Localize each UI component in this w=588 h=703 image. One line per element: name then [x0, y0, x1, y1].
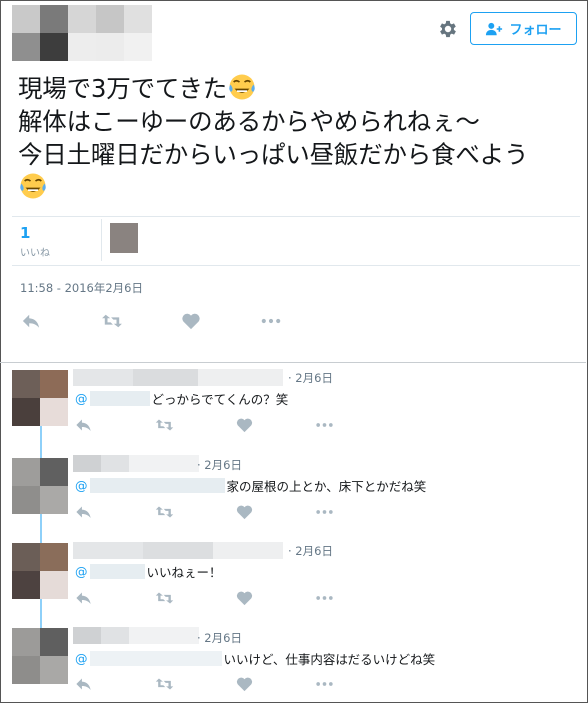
more-icon[interactable]	[315, 504, 334, 520]
tweet-line-2: 解体はこーゆーのあるからやめられねぇ〜	[18, 107, 480, 136]
reply-icon[interactable]	[74, 590, 93, 606]
heart-icon[interactable]	[235, 676, 254, 692]
reply-text: @ 家の屋根の上とか、床下とかだね笑	[75, 476, 426, 495]
heart-icon[interactable]	[180, 312, 202, 330]
reply-date[interactable]: · 2月6日	[288, 543, 333, 559]
author-name-blurred[interactable]	[73, 455, 199, 472]
reply-body: 家の屋根の上とか、床下とかだね笑	[226, 479, 427, 494]
avatar[interactable]	[12, 543, 68, 599]
mention-at[interactable]: @	[75, 651, 88, 666]
retweet-icon[interactable]	[101, 312, 123, 330]
reply-date[interactable]: · 2月6日	[197, 630, 242, 646]
reply-text: @ いいねぇー！	[75, 562, 222, 581]
author-avatar-pixelated[interactable]	[12, 5, 152, 61]
reply-body: いいねぇー！	[146, 565, 222, 580]
more-icon[interactable]	[315, 590, 334, 606]
mention-at[interactable]: @	[75, 478, 88, 493]
reply-date[interactable]: · 2月6日	[197, 457, 242, 473]
face-with-tears-of-joy-emoji	[20, 173, 46, 199]
heart-icon[interactable]	[235, 590, 254, 606]
reply-text: @ いいけど、仕事内容はだるいけどね笑	[75, 649, 435, 668]
avatar[interactable]	[12, 458, 68, 514]
divider	[101, 219, 102, 261]
more-icon[interactable]	[315, 676, 334, 692]
retweet-icon[interactable]	[155, 417, 174, 433]
reply-icon[interactable]	[74, 676, 93, 692]
reply-date[interactable]: · 2月6日	[288, 370, 333, 386]
section-divider	[0, 362, 586, 363]
more-icon[interactable]	[260, 312, 282, 330]
retweet-icon[interactable]	[155, 590, 174, 606]
face-with-tears-of-joy-emoji	[229, 74, 255, 100]
mention-blurred[interactable]	[89, 478, 225, 493]
follow-label: フォロー	[509, 23, 562, 38]
tweet-line-3: 今日土曜日だからいっぱい昼飯だから食べよう	[18, 140, 529, 169]
reply-icon[interactable]	[20, 312, 42, 330]
reply-icon[interactable]	[74, 417, 93, 433]
divider	[12, 265, 580, 266]
reply-body: どっからでてくんの？笑	[151, 392, 289, 407]
more-icon[interactable]	[315, 417, 334, 433]
tweet-text: 現場で3万でてきた 解体はこーゆーのあるからやめられねぇ〜 今日土曜日だからいっ…	[18, 72, 583, 204]
follow-button[interactable]: フォロー	[470, 12, 577, 45]
mention-blurred[interactable]	[89, 564, 145, 579]
mention-blurred[interactable]	[89, 651, 222, 666]
mention-at[interactable]: @	[75, 391, 88, 406]
mention-blurred[interactable]	[89, 391, 150, 406]
author-name-blurred[interactable]	[73, 627, 199, 644]
avatar[interactable]	[12, 370, 68, 426]
heart-icon[interactable]	[235, 504, 254, 520]
likes-label: いいね	[20, 248, 50, 259]
mention-at[interactable]: @	[75, 564, 88, 579]
tweet-line-1: 現場で3万でてきた	[18, 74, 228, 103]
avatar[interactable]	[12, 628, 68, 684]
add-user-icon	[486, 22, 503, 35]
gear-icon[interactable]	[437, 18, 459, 40]
tweet-timestamp[interactable]: 11:58 - 2016年2月6日	[20, 280, 143, 296]
retweet-icon[interactable]	[155, 504, 174, 520]
heart-icon[interactable]	[235, 417, 254, 433]
reply-body: いいけど、仕事内容はだるいけどね笑	[223, 652, 436, 667]
author-name-blurred[interactable]	[73, 542, 283, 559]
reply-text: @ どっからでてくんの？笑	[75, 389, 288, 408]
liker-avatar[interactable]	[110, 223, 138, 253]
retweet-icon[interactable]	[155, 676, 174, 692]
author-name-blurred[interactable]	[73, 369, 283, 386]
likes-count[interactable]: 1	[20, 224, 30, 242]
divider	[12, 216, 580, 217]
reply-icon[interactable]	[74, 504, 93, 520]
